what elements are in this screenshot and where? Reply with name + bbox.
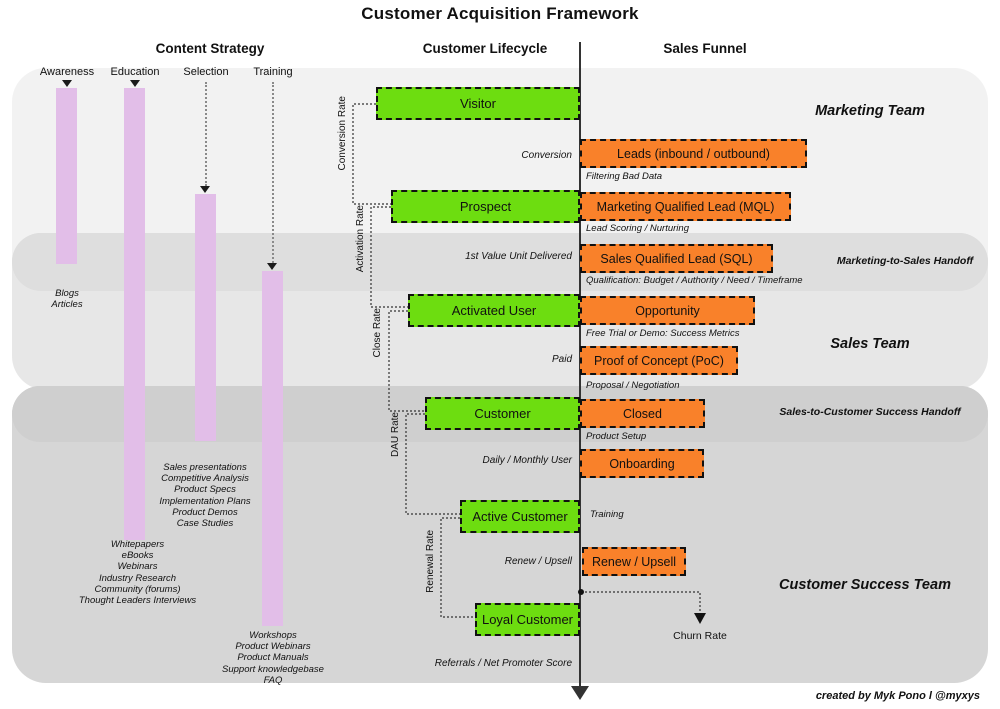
lifecycle-box-customer[interactable]: Customer (425, 397, 580, 430)
lifecycle-note-first-value-unit: 1st Value Unit Delivered (465, 251, 572, 262)
page-title: Customer Acquisition Framework (361, 4, 639, 23)
funnel-note-free-trial: Free Trial or Demo: Success Metrics (586, 328, 740, 339)
cs-items-education: Whitepapers eBooks Webinars Industry Res… (78, 539, 197, 607)
funnel-box-renew-upsell[interactable]: Renew / Upsell (582, 547, 686, 576)
handoff-label-marketing-to-sales: Marketing-to-Sales Handoff (836, 255, 974, 267)
cs-arrow-education (130, 80, 140, 87)
churn-rate-label: Churn Rate (673, 630, 727, 642)
team-label-customer-success: Customer Success Team (779, 577, 951, 593)
cs-items-selection: Sales presentations Competitive Analysis… (159, 462, 251, 530)
column-header-content-strategy: Content Strategy (155, 41, 265, 56)
column-header-sales-funnel: Sales Funnel (663, 41, 747, 56)
lifecycle-box-loyal-customer[interactable]: Loyal Customer (475, 603, 580, 636)
funnel-box-mql[interactable]: Marketing Qualified Lead (MQL) (580, 192, 791, 221)
lifecycle-note-renew-upsell: Renew / Upsell (504, 556, 572, 567)
funnel-note-qualification: Qualification: Budget / Authority / Need… (586, 275, 803, 286)
lifecycle-box-activated-user[interactable]: Activated User (408, 294, 580, 327)
framework-diagram: Customer Acquisition Framework Content S… (0, 0, 1000, 709)
lifecycle-note-conversion: Conversion (521, 150, 572, 161)
cs-stage-label-training: Training (253, 66, 293, 78)
lifecycle-box-active-customer[interactable]: Active Customer (460, 500, 580, 533)
rate-label-dau: DAU Rate (390, 412, 401, 458)
rate-label-close: Close Rate (372, 308, 383, 358)
lifecycle-note-referrals-nps: Referrals / Net Promoter Score (434, 658, 572, 669)
lifecycle-box-visitor[interactable]: Visitor (376, 87, 580, 120)
cs-arrow-awareness (62, 80, 72, 87)
column-header-customer-lifecycle: Customer Lifecycle (422, 41, 548, 56)
cs-bar-training (262, 271, 283, 626)
cs-bar-awareness (56, 88, 77, 264)
rate-label-activation: Activation Rate (355, 205, 366, 273)
funnel-box-sql[interactable]: Sales Qualified Lead (SQL) (580, 244, 773, 273)
lifecycle-box-prospect[interactable]: Prospect (391, 190, 580, 223)
funnel-box-leads[interactable]: Leads (inbound / outbound) (580, 139, 807, 168)
cs-leader-dots-training (272, 82, 274, 263)
cs-arrow-selection (200, 186, 210, 193)
funnel-box-closed[interactable]: Closed (580, 399, 705, 428)
cs-items-training: Workshops Product Webinars Product Manua… (222, 630, 324, 686)
rate-label-renewal: Renewal Rate (425, 530, 436, 593)
cs-bar-selection (195, 194, 216, 441)
credit-line: created by Myk Pono l @myxys (815, 690, 980, 702)
funnel-note-filtering-bad-data: Filtering Bad Data (586, 171, 663, 182)
funnel-note-training: Training (590, 509, 624, 520)
team-label-marketing: Marketing Team (815, 103, 925, 119)
lifecycle-note-paid: Paid (551, 354, 572, 365)
cs-items-awareness: Blogs Articles (51, 288, 83, 311)
funnel-note-lead-scoring: Lead Scoring / Nurturing (586, 223, 689, 234)
funnel-note-proposal-negotiation: Proposal / Negotiation (586, 380, 680, 391)
handoff-label-sales-to-customer-success: Sales-to-Customer Success Handoff (779, 406, 961, 418)
cs-leader-dots-selection (205, 82, 207, 186)
funnel-note-product-setup: Product Setup (586, 431, 647, 442)
funnel-box-poc[interactable]: Proof of Concept (PoC) (580, 346, 738, 375)
cs-arrow-training (267, 263, 277, 270)
team-label-sales: Sales Team (830, 336, 910, 352)
funnel-box-onboarding[interactable]: Onboarding (580, 449, 704, 478)
center-axis-arrow (571, 686, 589, 700)
rate-label-conversion: Conversion Rate (337, 96, 348, 171)
funnel-box-opportunity[interactable]: Opportunity (580, 296, 755, 325)
